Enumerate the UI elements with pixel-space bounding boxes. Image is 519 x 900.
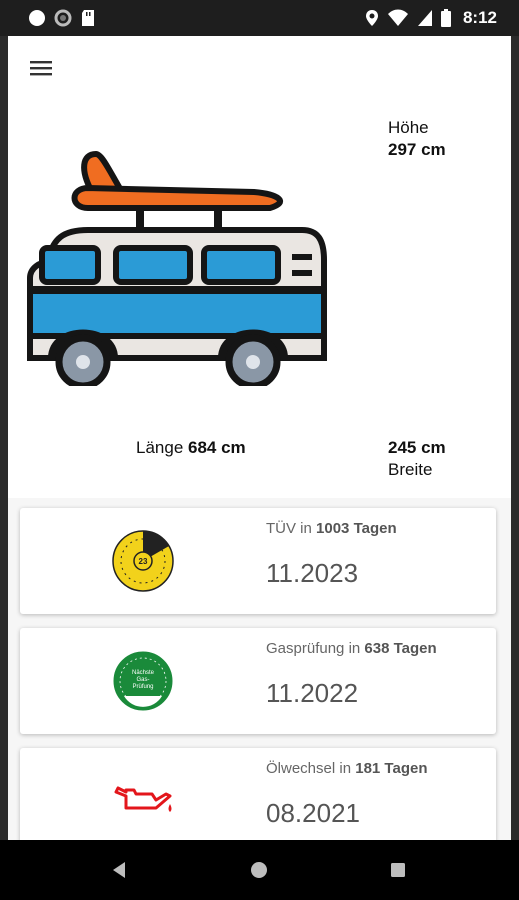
oil-can-icon [114, 786, 172, 812]
oil-change-days: 181 Tagen [355, 760, 428, 777]
height-label: Höhe [388, 118, 429, 137]
svg-text:Gas-: Gas- [136, 677, 149, 683]
gas-inspection-name: Gasprüfung [266, 640, 345, 657]
height-value: 297 cm [388, 140, 446, 159]
back-button[interactable] [108, 858, 132, 882]
length-label: Länge [136, 438, 184, 457]
circle-icon [29, 10, 45, 26]
length-info: Länge 684 cm [136, 438, 246, 458]
navigation-bar [0, 840, 519, 900]
tuev-name: TÜV [266, 520, 296, 537]
main-content: Höhe 297 cm Länge 684 cm 245 cm Breite 2… [8, 102, 511, 840]
home-icon [251, 862, 267, 878]
sd-card-icon [82, 10, 94, 26]
home-button[interactable] [247, 858, 271, 882]
gas-inspection-title: Gasprüfung in 638 Tagen [266, 640, 437, 657]
svg-text:Nächste: Nächste [132, 670, 155, 676]
app-bar [8, 36, 511, 102]
tuev-in: in [300, 520, 312, 537]
svg-text:Prüfung: Prüfung [132, 684, 153, 690]
status-time: 8:12 [462, 8, 497, 27]
status-bar: 8:12 [0, 0, 519, 36]
vehicle-dimensions: Höhe 297 cm Länge 684 cm 245 cm Breite [8, 102, 511, 498]
menu-button[interactable] [28, 56, 56, 80]
sync-icon [54, 9, 72, 27]
status-right-icons: 8:12 [365, 8, 497, 28]
gas-inspection-sticker-icon: Nächste Gas- Prüfung [112, 650, 174, 712]
width-label: Breite [388, 460, 433, 479]
gas-inspection-card[interactable]: Nächste Gas- Prüfung Gasprüfung in 638 T… [20, 628, 496, 734]
tuev-title: TÜV in 1003 Tagen [266, 520, 397, 537]
oil-change-title: Ölwechsel in 181 Tagen [266, 760, 428, 777]
status-left-icons [28, 9, 96, 27]
location-icon [365, 10, 378, 26]
length-value: 684 cm [188, 438, 246, 457]
gas-inspection-in: in [348, 640, 361, 657]
oil-change-date: 08.2021 [266, 798, 360, 828]
tuev-sticker-icon: 23 [112, 530, 174, 592]
svg-text:23: 23 [139, 557, 148, 566]
tuev-days: 1003 Tagen [316, 520, 397, 537]
width-value: 245 cm [388, 438, 446, 457]
menu-icon [30, 61, 52, 76]
oil-change-card[interactable]: Ölwechsel in 181 Tagen 08.2021 [20, 748, 496, 840]
oil-change-in: in [339, 760, 352, 777]
battery-icon [440, 9, 451, 27]
gas-inspection-date: 11.2022 [266, 678, 359, 708]
phone-screen: 8:12 Höhe 297 cm Länge 684 cm 245 cm Bre… [0, 0, 519, 900]
tuev-card[interactable]: 23 TÜV in 1003 Tagen 11.2023 [20, 508, 496, 614]
signal-icon [417, 10, 432, 26]
gas-inspection-days: 638 Tagen [364, 640, 437, 657]
app-window: Höhe 297 cm Länge 684 cm 245 cm Breite 2… [8, 36, 511, 840]
oil-change-name: Ölwechsel [266, 760, 336, 777]
camper-van-icon [27, 151, 327, 386]
recents-icon [391, 863, 405, 877]
tuev-date: 11.2023 [266, 558, 359, 588]
back-icon [113, 862, 125, 878]
wifi-icon [387, 9, 408, 26]
recents-button[interactable] [386, 858, 410, 882]
